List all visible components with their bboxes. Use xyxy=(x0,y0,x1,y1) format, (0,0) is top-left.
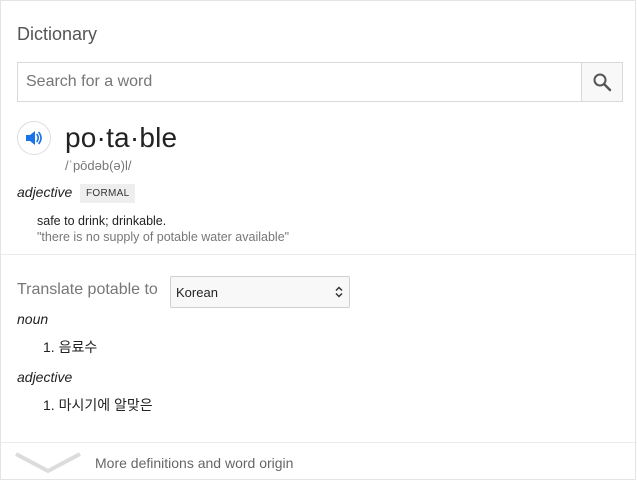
translation-number: 1. xyxy=(43,397,55,413)
chevron-down-icon xyxy=(15,452,81,473)
more-definitions-label: More definitions and word origin xyxy=(95,455,294,471)
definition: safe to drink; drinkable. xyxy=(37,214,167,228)
phonetic: /ˈpōdəb(ə)l/ xyxy=(65,158,132,173)
translation-text: 음료수 xyxy=(58,339,98,355)
pronunciation-button[interactable] xyxy=(17,121,51,155)
dictionary-card: Dictionary po·ta·ble /ˈpōdəb(ə)l/ adject… xyxy=(0,0,637,481)
section-divider xyxy=(1,254,637,255)
example-sentence: "there is no supply of potable water ava… xyxy=(37,230,290,244)
translate-label: Translate potable to xyxy=(17,281,158,298)
card-title: Dictionary xyxy=(17,24,98,44)
part-of-speech: adjective xyxy=(17,184,73,200)
search-icon xyxy=(593,73,612,92)
translation-number: 1. xyxy=(43,339,55,355)
speaker-icon xyxy=(26,131,42,145)
register-badge: FORMAL xyxy=(80,184,136,203)
translation-item: 1. 음료수 xyxy=(43,337,97,357)
language-select[interactable]: Korean xyxy=(170,276,350,308)
language-select-value: Korean xyxy=(176,284,218,300)
headword: po·ta·ble xyxy=(65,122,178,153)
translation-pos: noun xyxy=(17,311,49,327)
translation-pos: adjective xyxy=(17,369,73,385)
select-arrows-icon xyxy=(335,286,343,298)
translation-item: 1. 마시기에 알맞은 xyxy=(43,395,153,415)
search-box xyxy=(17,62,623,102)
more-definitions-link[interactable]: More definitions and word origin xyxy=(1,443,637,481)
search-input[interactable] xyxy=(18,63,581,101)
search-button[interactable] xyxy=(581,63,622,101)
translation-text: 마시기에 알맞은 xyxy=(58,397,153,413)
